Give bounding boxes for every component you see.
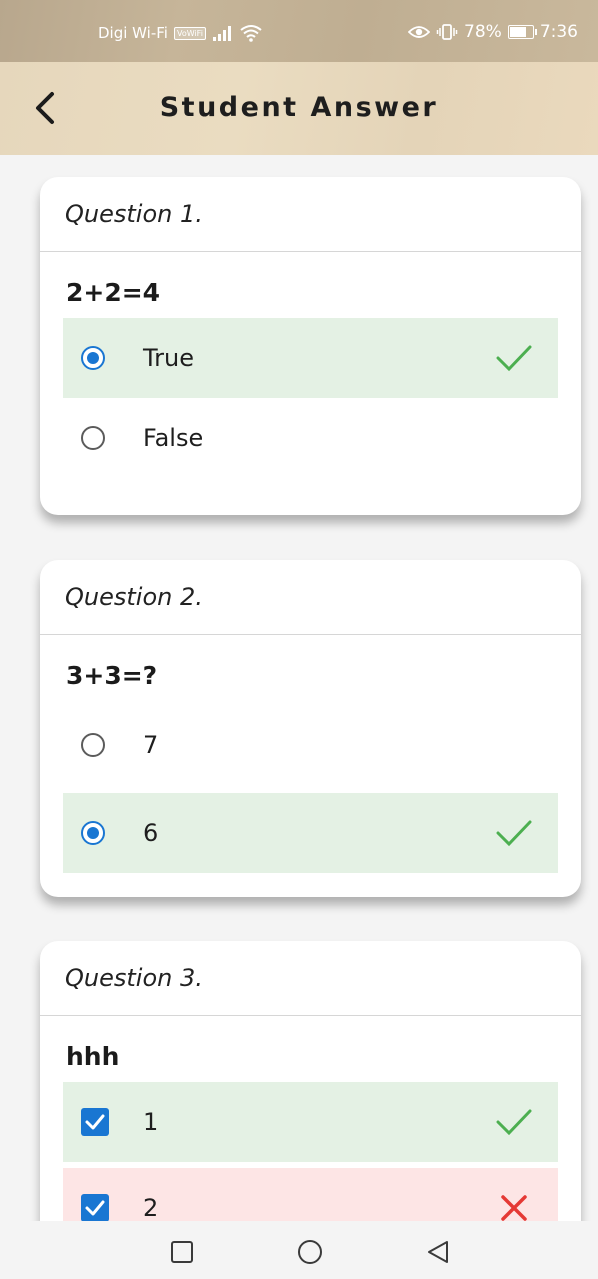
status-left: Digi Wi-Fi VoWiFi [98, 24, 262, 42]
option-label: 1 [143, 1108, 159, 1136]
radio-selected[interactable] [81, 821, 105, 845]
check-mark-icon [496, 1109, 532, 1136]
question-card-2: Question 2. 3+3=? 7 6 [40, 560, 581, 897]
question-card-3: Question 3. hhh 1 2 [40, 941, 581, 1261]
square-icon[interactable] [170, 1240, 194, 1264]
radio-selected[interactable] [81, 346, 105, 370]
option-label: 7 [143, 731, 159, 759]
option-1[interactable]: 1 [63, 1082, 558, 1162]
question-number: Question 3. [40, 941, 581, 1016]
battery-icon [507, 25, 537, 39]
wifi-icon [240, 25, 262, 42]
question-number: Question 2. [40, 560, 581, 635]
app-bar: Student Answer [0, 62, 598, 155]
system-nav-bar [0, 1221, 598, 1279]
option-6[interactable]: 6 [63, 793, 558, 873]
option-label: True [143, 344, 194, 372]
battery-percent: 78% [464, 22, 502, 42]
check-mark-icon [496, 820, 532, 847]
option-false[interactable]: False [63, 398, 558, 478]
page-title: Student Answer [159, 92, 439, 123]
question-text: 2+2=4 [66, 278, 161, 307]
option-label: False [143, 424, 204, 452]
circle-icon[interactable] [297, 1239, 323, 1265]
checkbox-tick-icon [85, 1114, 105, 1130]
check-mark-icon [496, 345, 532, 372]
question-text: 3+3=? [66, 661, 158, 690]
carrier-label: Digi Wi-Fi [98, 24, 168, 42]
radio-unselected[interactable] [81, 733, 105, 757]
checkbox-checked[interactable] [81, 1108, 109, 1136]
option-label: 2 [143, 1194, 159, 1222]
triangle-back-icon[interactable] [425, 1239, 451, 1265]
option-7[interactable]: 7 [63, 705, 558, 785]
option-label: 6 [143, 819, 159, 847]
status-right: 78% 7:36 [408, 22, 578, 42]
question-text: hhh [66, 1042, 120, 1071]
vibrate-icon [436, 24, 458, 40]
radio-unselected[interactable] [81, 426, 105, 450]
checkbox-tick-icon [85, 1200, 105, 1216]
question-number: Question 1. [40, 177, 581, 252]
status-bar: Digi Wi-Fi VoWiFi 78% 7:36 [0, 0, 598, 62]
signal-icon [212, 26, 231, 41]
checkbox-checked[interactable] [81, 1194, 109, 1222]
clock: 7:36 [539, 22, 578, 42]
vowifi-badge: VoWiFi [173, 26, 206, 40]
option-true[interactable]: True [63, 318, 558, 398]
question-card-1: Question 1. 2+2=4 True False [40, 177, 581, 515]
eye-icon [408, 26, 431, 38]
